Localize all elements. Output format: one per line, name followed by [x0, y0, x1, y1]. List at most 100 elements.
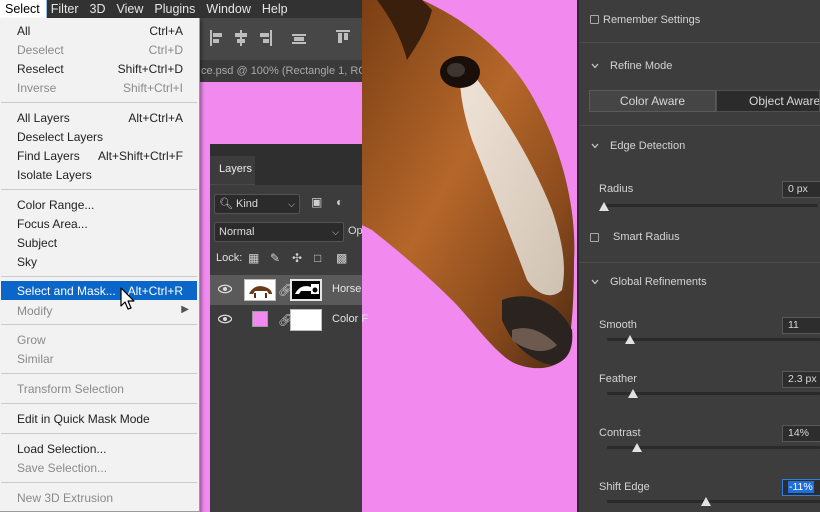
shift-edge-input[interactable]: -11%	[782, 479, 820, 496]
menu-item-quick-mask[interactable]: Edit in Quick Mask Mode	[1, 409, 197, 428]
menu-help[interactable]: Help	[257, 0, 294, 18]
lock-position-icon[interactable]: ✣	[292, 251, 302, 265]
remember-settings-label: Remember Settings	[603, 14, 701, 26]
canvas-horse-image[interactable]	[362, 0, 577, 512]
menu-item-grow[interactable]: Grow	[1, 330, 197, 349]
menu-item-deselect[interactable]: Deselect Ctrl+D	[1, 40, 197, 59]
smooth-label: Smooth	[599, 319, 637, 331]
shift-edge-slider-thumb[interactable]	[701, 497, 711, 506]
menu-window[interactable]: Window	[201, 0, 256, 18]
menu-separator	[1, 433, 197, 434]
horse-head-image	[362, 0, 575, 369]
contrast-input[interactable]: 14%	[782, 425, 820, 442]
menu-3d[interactable]: 3D	[85, 0, 112, 18]
menu-item-reselect[interactable]: Reselect Shift+Ctrl+D	[1, 59, 197, 78]
align-center-icon[interactable]	[234, 30, 248, 46]
layer-row-color-fill[interactable]: 🔗︎ Color F	[210, 305, 368, 335]
canvas-area[interactable]	[200, 82, 362, 144]
menu-item-similar[interactable]: Similar	[1, 349, 197, 368]
feather-input[interactable]: 2.3 px	[782, 371, 820, 388]
menu-view[interactable]: View	[112, 0, 150, 18]
menu-separator	[1, 403, 197, 404]
smooth-slider-track[interactable]	[607, 338, 820, 341]
color-aware-button[interactable]: Color Aware	[589, 90, 716, 112]
smooth-slider-thumb[interactable]	[625, 335, 635, 344]
select-and-mask-properties: Remember Settings Refine Mode Color Awar…	[579, 0, 820, 512]
divider	[579, 42, 820, 43]
chevron-down-icon[interactable]	[591, 142, 599, 150]
document-tab[interactable]: ce.psd @ 100% (Rectangle 1, RG	[200, 60, 362, 82]
feather-slider-thumb[interactable]	[628, 389, 638, 398]
menu-filter[interactable]: Filter	[46, 0, 85, 18]
radius-input[interactable]: 0 px	[782, 181, 820, 198]
lock-image-icon[interactable]: ✎	[270, 251, 280, 265]
opacity-label: Op	[348, 225, 363, 237]
menu-item-deselect-layers[interactable]: Deselect Layers	[1, 127, 197, 146]
tab-layers[interactable]: Layers	[210, 156, 255, 185]
menu-item-subject[interactable]: Subject	[1, 233, 197, 252]
object-aware-button[interactable]: Object Aware	[716, 90, 820, 112]
menu-plugins[interactable]: Plugins	[149, 0, 201, 18]
distribute-icon[interactable]	[292, 30, 306, 46]
layer-mask-thumbnail[interactable]	[290, 279, 322, 301]
select-menu: All Ctrl+A Deselect Ctrl+D Reselect Shift+C…	[0, 18, 200, 512]
menu-item-new-3d-extrusion[interactable]: New 3D Extrusion	[1, 488, 197, 507]
align-right-icon[interactable]	[258, 30, 272, 46]
edge-detection-title: Edge Detection	[610, 140, 686, 152]
shift-edge-slider-track[interactable]	[607, 500, 820, 503]
menu-select[interactable]: Select	[0, 0, 47, 19]
menu-item-select-and-mask[interactable]: Select and Mask... Alt+Ctrl+R	[1, 281, 197, 300]
menu-item-transform-selection[interactable]: Transform Selection	[1, 379, 197, 398]
chevron-down-icon[interactable]	[591, 62, 599, 70]
menu-item-sky[interactable]: Sky	[1, 252, 197, 271]
remember-settings-checkbox[interactable]	[590, 15, 599, 24]
layer-name[interactable]: Horse	[332, 283, 361, 295]
blend-mode-select[interactable]: Normal ⌵	[214, 222, 344, 242]
canvas-area[interactable]	[200, 82, 210, 512]
adjustment-filter-icon[interactable]: ◐	[336, 195, 343, 209]
chevron-down-icon[interactable]	[591, 278, 599, 286]
layer-name[interactable]: Color F	[332, 313, 368, 325]
global-refinements-title: Global Refinements	[610, 276, 707, 288]
smart-radius-label: Smart Radius	[613, 231, 680, 243]
align-left-icon[interactable]	[210, 30, 224, 46]
menu-item-modify[interactable]: Modify ▶	[1, 301, 197, 320]
layers-tab-bar: Layers	[210, 144, 362, 185]
menu-item-inverse[interactable]: Inverse Shift+Ctrl+I	[1, 78, 197, 97]
search-icon: 🔍︎	[219, 198, 233, 210]
align-top-icon[interactable]	[336, 30, 350, 46]
divider	[579, 125, 820, 126]
menu-item-load-selection[interactable]: Load Selection...	[1, 439, 197, 458]
contrast-label: Contrast	[599, 427, 641, 439]
menu-item-all[interactable]: All Ctrl+A	[1, 21, 197, 40]
layer-mask-thumbnail[interactable]	[290, 309, 322, 331]
menu-item-color-range[interactable]: Color Range...	[1, 195, 197, 214]
visibility-eye-icon[interactable]	[218, 284, 232, 294]
menu-separator	[1, 102, 197, 103]
layer-row-horse[interactable]: 🔗︎ Horse	[210, 275, 362, 305]
image-filter-icon[interactable]: ▣	[311, 195, 322, 209]
smooth-input[interactable]: 11	[782, 317, 820, 334]
lock-transparent-icon[interactable]: ▦	[248, 251, 259, 265]
menu-item-isolate-layers[interactable]: Isolate Layers	[1, 165, 197, 184]
contrast-slider-thumb[interactable]	[632, 443, 642, 452]
menu-item-all-layers[interactable]: All Layers Alt+Ctrl+A	[1, 108, 197, 127]
radius-slider-thumb[interactable]	[599, 202, 609, 211]
menu-item-find-layers[interactable]: Find Layers Alt+Shift+Ctrl+F	[1, 146, 197, 165]
menu-separator	[1, 373, 197, 374]
layers-panel: Layers 🔍︎ Kind ⌵ ▣ ◐ Normal ⌵ Op Lock: ▦…	[210, 144, 368, 512]
lock-label: Lock:	[216, 252, 243, 264]
shift-edge-label: Shift Edge	[599, 481, 650, 493]
lock-all-icon[interactable]: ▩	[336, 251, 347, 265]
feather-slider-track[interactable]	[607, 392, 820, 395]
smart-radius-checkbox[interactable]	[590, 233, 599, 242]
menu-separator	[1, 189, 197, 190]
lock-artboard-icon[interactable]: □	[314, 251, 321, 265]
radius-slider-track[interactable]	[605, 204, 818, 207]
submenu-arrow-icon: ▶	[181, 304, 189, 315]
layer-filter-select[interactable]: 🔍︎ Kind ⌵	[214, 194, 300, 214]
visibility-eye-icon[interactable]	[218, 314, 232, 324]
menu-item-save-selection[interactable]: Save Selection...	[1, 458, 197, 477]
menu-item-focus-area[interactable]: Focus Area...	[1, 214, 197, 233]
color-fill-swatch[interactable]	[252, 311, 268, 327]
